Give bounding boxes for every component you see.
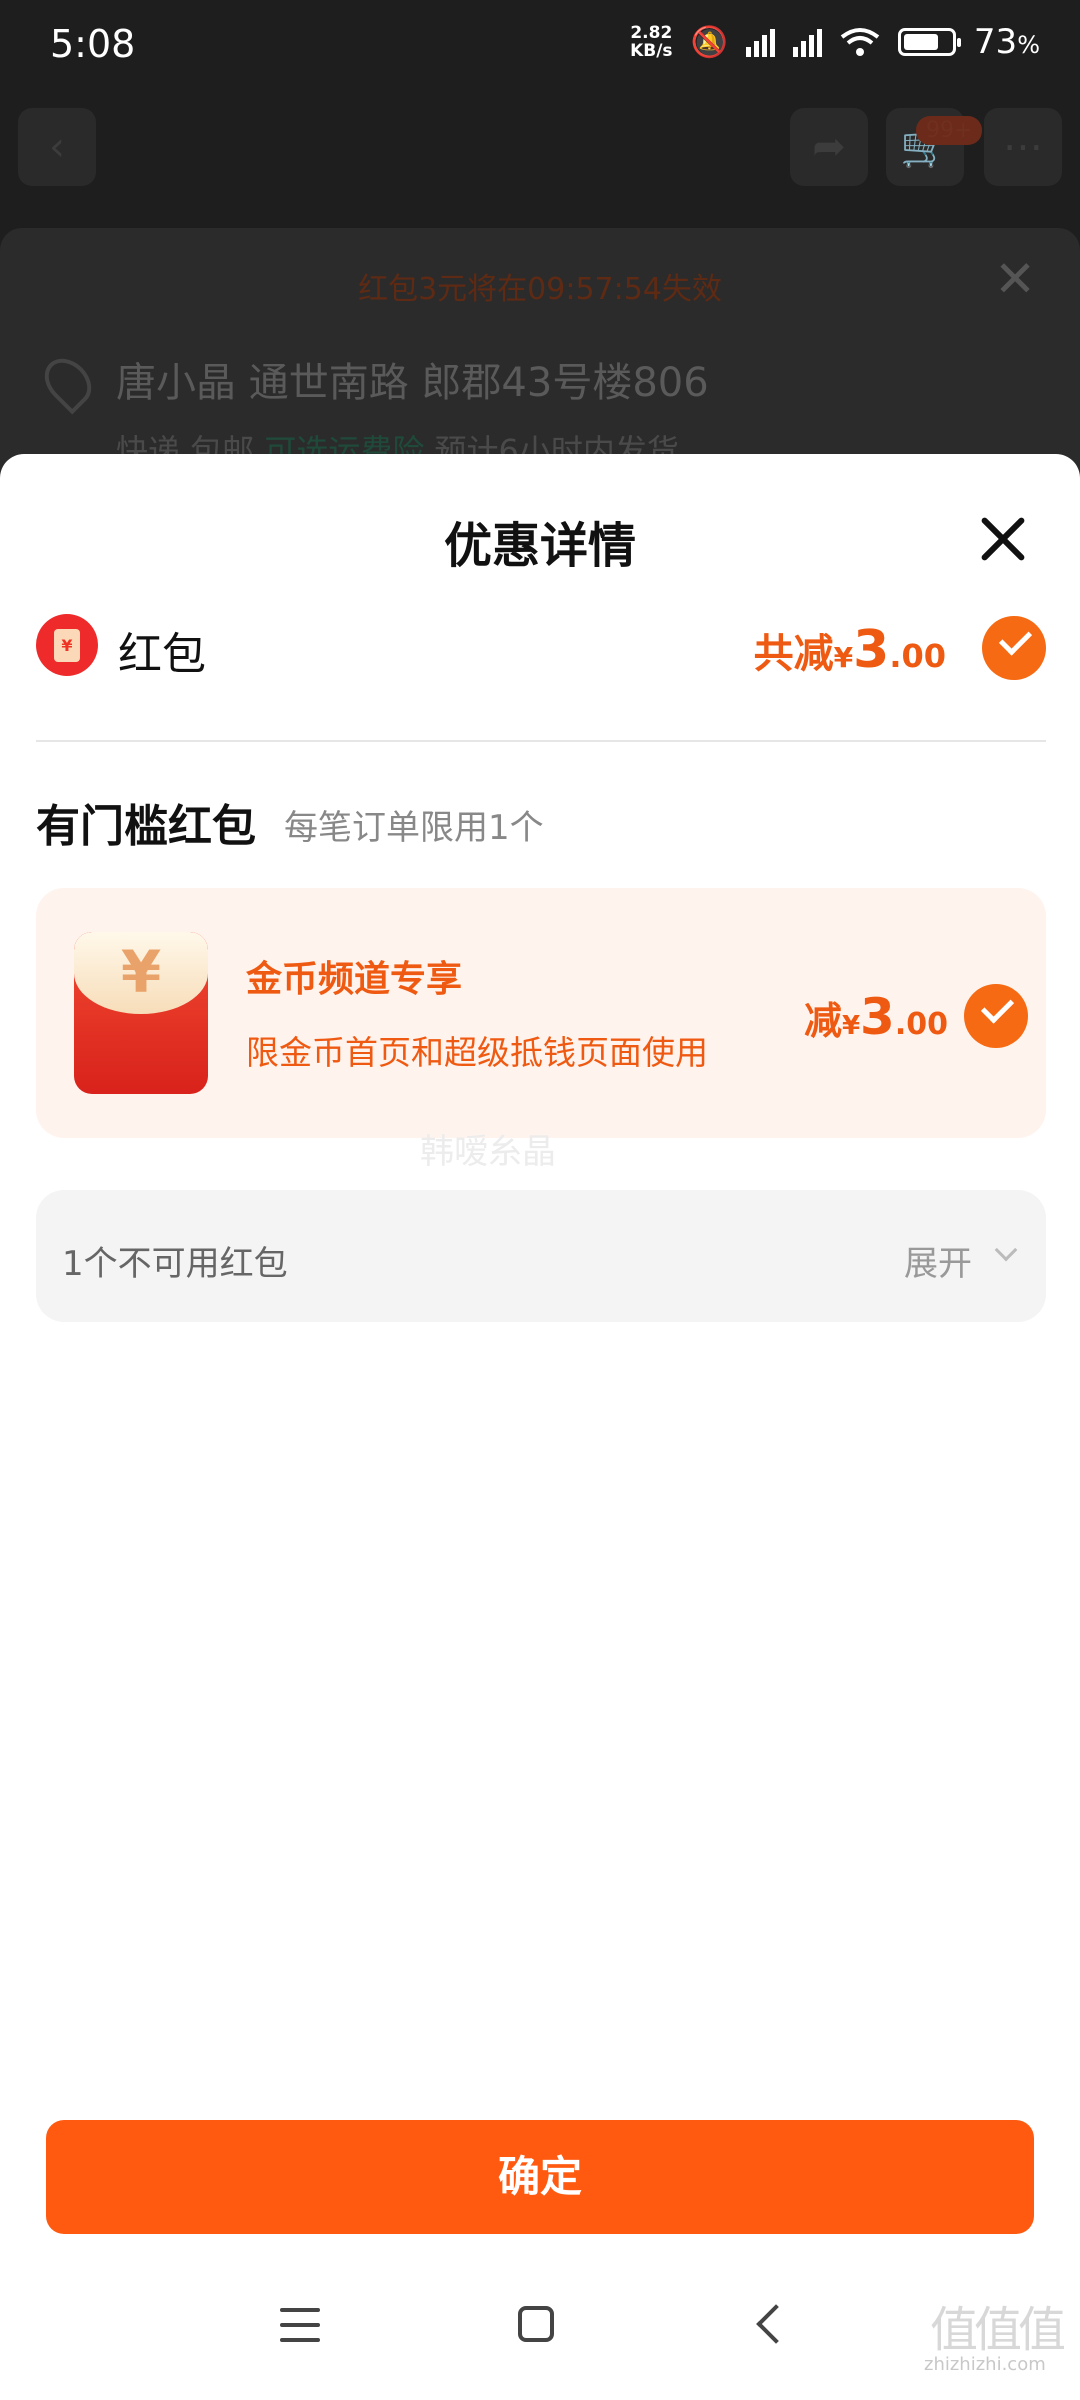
red-packet-summary-row: ¥ 红包 共减¥3.00 [36,602,1046,692]
red-packet-icon: ¥ [36,614,98,676]
section-title: 有门槛红包 [36,801,256,852]
coupon-amount: 减¥3.00 [803,988,948,1046]
share-icon: ➦ [790,108,868,186]
system-navigation-bar: 值值值 zhizhizhi.com [0,2254,1080,2400]
unavailable-red-packets-row[interactable]: 1个不可用红包 展开 [36,1190,1046,1322]
battery-level: 73% [973,22,1040,62]
mute-icon: 🔕 [690,24,728,60]
signal-icon [745,27,775,57]
chevron-down-icon [994,1238,1018,1262]
unavailable-label: 1个不可用红包 [62,1244,288,1284]
battery-icon [897,28,961,56]
divider [36,740,1046,742]
watermark: 韩嗳糸晶 [420,1132,556,1172]
menu-icon[interactable] [280,2308,320,2342]
cart-badge: 99+ [916,116,983,145]
modal-title: 优惠详情 [443,518,636,574]
discount-details-modal: 优惠详情 ¥ 红包 共减¥3.00 有门槛红包 每笔订单限用1个 ¥ 金币频道专… [0,454,1080,2400]
back-icon[interactable] [756,2304,796,2344]
close-icon: ✕ [994,250,1036,308]
section-subtitle: 每笔订单限用1个 [284,808,544,848]
coupon-title: 金币频道专享 [246,959,463,1000]
background-header: ‹ ➦ 🛒 99+ ⋯ [0,96,1080,230]
status-indicators: 2.82 KB/s 🔕 73% [630,22,1040,62]
site-url: zhizhizhi.com [924,2354,1046,2375]
site-logo: 值值值 [930,2302,1066,2358]
back-icon: ‹ [18,108,96,186]
network-speed: 2.82 KB/s [630,23,673,61]
red-packet-expiry-notice: 红包3元将在09:57:54失效 [358,272,722,307]
red-envelope-icon: ¥ [74,932,208,1094]
coupon-description: 限金币首页和超级抵钱页面使用 [246,1033,708,1072]
checkmark-icon[interactable] [964,984,1028,1048]
more-icon: ⋯ [984,108,1062,186]
red-packet-coupon-card[interactable]: ¥ 金币频道专享 限金币首页和超级抵钱页面使用 减¥3.00 [36,888,1046,1138]
red-packet-label: 红包 [118,629,206,680]
total-discount: 共减¥3.00 [753,620,946,680]
home-icon[interactable] [518,2306,554,2342]
expand-button[interactable]: 展开 [904,1236,972,1285]
confirm-button[interactable]: 确定 [46,2120,1034,2234]
status-bar: 5:08 2.82 KB/s 🔕 73% [0,0,1080,96]
close-icon[interactable] [978,514,1028,564]
background-order-sheet: 红包3元将在09:57:54失效 ✕ 唐小晶 通世南路 郎郡43号楼806 快递… [0,228,1080,488]
delivery-address: 唐小晶 通世南路 郎郡43号楼806 [116,360,709,406]
checkmark-icon[interactable] [982,616,1046,680]
status-time: 5:08 [50,22,136,66]
location-pin-icon [35,349,101,415]
wifi-icon [840,28,880,56]
signal-icon-2 [792,27,822,57]
